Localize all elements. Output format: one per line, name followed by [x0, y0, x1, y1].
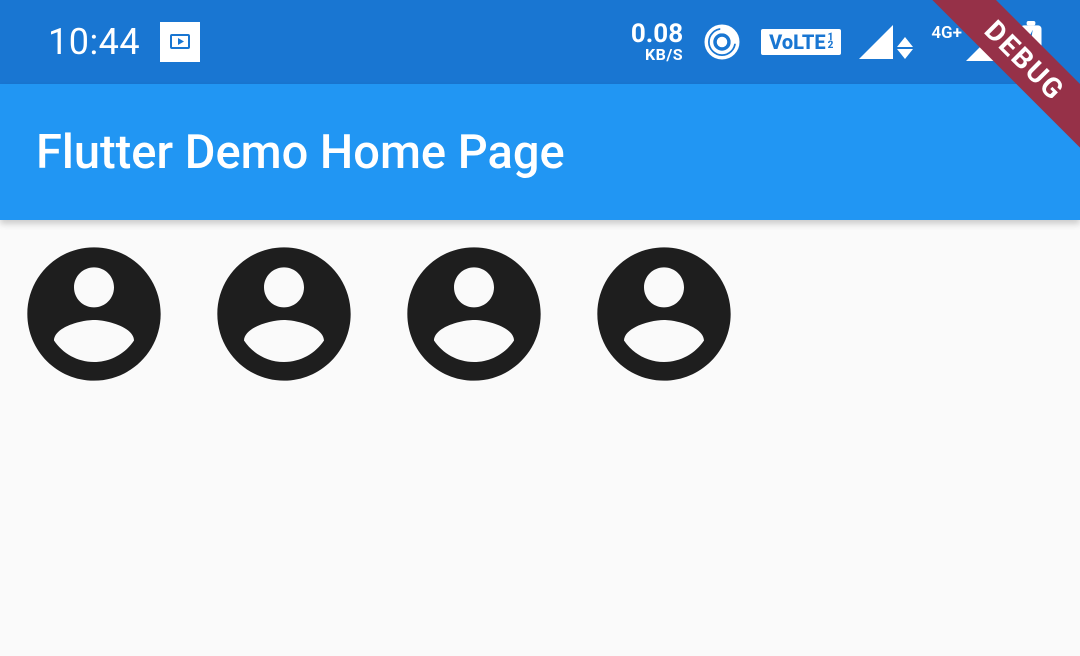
avatar-4[interactable]: [584, 234, 744, 394]
volte-badge: VoLTE 1 2: [761, 29, 841, 55]
net-speed-value: 0.08: [631, 22, 683, 47]
app-bar-title: Flutter Demo Home Page: [36, 125, 565, 180]
hotspot-icon: [701, 21, 743, 63]
avatar-1[interactable]: [14, 234, 174, 394]
signal-triangle-icon: [859, 25, 893, 59]
volte-label: VoLTE: [769, 32, 825, 52]
body-content: [0, 220, 1080, 408]
data-arrows-icon: [897, 37, 913, 59]
avatar-3[interactable]: [394, 234, 554, 394]
status-bar: 10:44 0.08 KB/S VoLTE 1 2: [0, 0, 1080, 84]
avatar-2[interactable]: [204, 234, 364, 394]
screencast-icon: [160, 22, 200, 62]
network-speed-indicator: 0.08 KB/S: [631, 22, 683, 62]
app-bar: Flutter Demo Home Page: [0, 84, 1080, 220]
signal-1: [859, 25, 913, 59]
volte-sub-2: 2: [828, 42, 834, 51]
status-left: 10:44: [48, 21, 200, 63]
status-time: 10:44: [48, 21, 140, 63]
net-speed-unit: KB/S: [645, 47, 683, 62]
